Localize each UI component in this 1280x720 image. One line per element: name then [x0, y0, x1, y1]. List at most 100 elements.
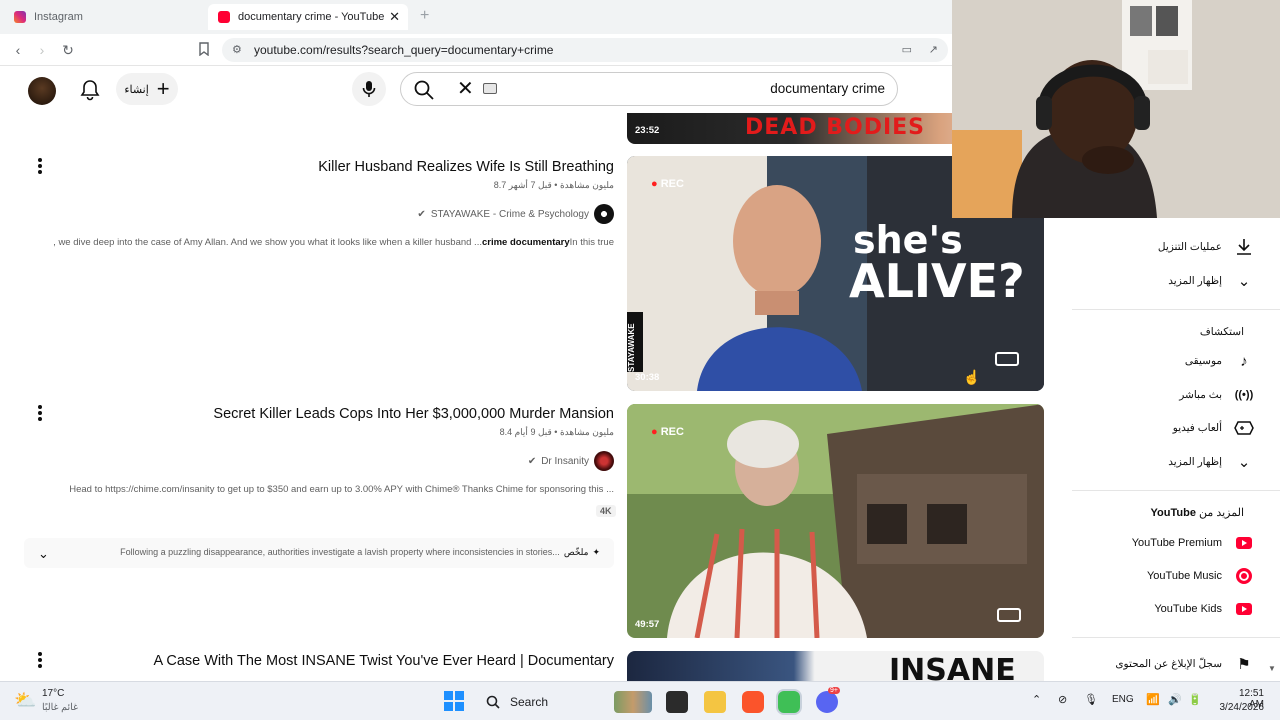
- browser-tab-bar: Instagram documentary crime - YouTube ✕ …: [0, 0, 952, 34]
- taskbar-search[interactable]: Search: [476, 688, 604, 716]
- notifications-icon[interactable]: [80, 79, 100, 101]
- url-text: youtube.com/results?search_query=documen…: [254, 43, 554, 57]
- app-icon[interactable]: [778, 691, 800, 713]
- brave-browser-icon[interactable]: [742, 691, 764, 713]
- channel-avatar[interactable]: [594, 451, 614, 471]
- microphone-icon: [362, 81, 376, 97]
- network-status-icon[interactable]: ⊘: [1058, 693, 1067, 706]
- search-icon: [486, 695, 500, 709]
- section-heading-prefix: المزيد من: [1199, 507, 1244, 519]
- url-bar[interactable]: ⚙ youtube.com/results?search_query=docum…: [222, 38, 948, 62]
- more-options-icon[interactable]: [36, 158, 44, 174]
- channel-avatar[interactable]: [594, 204, 614, 224]
- ai-summary[interactable]: ⌄ Following a puzzling disappearance, au…: [24, 538, 614, 568]
- video-title[interactable]: A Case With The Most INSANE Twist You've…: [153, 653, 614, 669]
- channel-name: Dr Insanity: [541, 455, 589, 467]
- windows-start-icon[interactable]: [444, 691, 464, 711]
- youtube-kids-icon: [1234, 599, 1254, 619]
- back-icon[interactable]: ‹: [10, 42, 26, 58]
- sidebar-item-label: إظهار المزيد: [1168, 456, 1222, 468]
- sidebar-item-live[interactable]: بث مباشر ((•)): [1179, 385, 1254, 405]
- sidebar-item-label: ألعاب فيديو: [1172, 422, 1222, 434]
- sidebar-item-show-more[interactable]: إظهار المزيد ⌄: [1168, 452, 1254, 472]
- discord-icon[interactable]: [816, 691, 838, 713]
- wifi-icon[interactable]: 📶: [1146, 693, 1160, 706]
- tab-instagram[interactable]: Instagram: [4, 4, 204, 30]
- channel-name: STAYAWAKE - Crime & Psychology: [430, 208, 589, 220]
- more-options-icon[interactable]: [36, 652, 44, 668]
- create-button[interactable]: إنشاء +: [116, 73, 178, 105]
- language-indicator[interactable]: ENG: [1112, 694, 1134, 705]
- rec-indicator: ● REC: [651, 426, 684, 438]
- sidebar-item-show-more[interactable]: إظهار المزيد ⌄: [1168, 271, 1254, 291]
- quality-badge: 4K: [596, 505, 616, 517]
- chevron-down-icon[interactable]: ⌄: [38, 546, 49, 562]
- forward-icon[interactable]: ›: [34, 42, 50, 58]
- search-label: Search: [510, 695, 549, 709]
- site-info-icon[interactable]: ⚙: [232, 43, 242, 56]
- weather-icon[interactable]: ⛅: [14, 690, 36, 711]
- sidebar: عمليات التنزيل إظهار المزيد ⌄ استكشاف مو…: [1072, 218, 1280, 680]
- sidebar-item-youtube-premium[interactable]: YouTube Premium: [1132, 533, 1254, 553]
- share-icon[interactable]: ↗: [929, 43, 938, 56]
- tab-youtube[interactable]: documentary crime - YouTube ✕: [208, 4, 408, 30]
- terminal-icon[interactable]: [666, 691, 688, 713]
- sidebar-item-label: إظهار المزيد: [1168, 275, 1222, 287]
- channel-link[interactable]: ✔ Dr Insanity: [528, 451, 614, 471]
- video-title[interactable]: Secret Killer Leads Cops Into Her $3,000…: [213, 406, 614, 422]
- more-options-icon[interactable]: [36, 405, 44, 421]
- summary-label: ملخّص: [563, 547, 589, 557]
- scroll-down-icon[interactable]: ▼: [1268, 664, 1276, 673]
- battery-icon[interactable]: 🔋: [1188, 693, 1202, 706]
- sidebar-item-music[interactable]: موسيقى ♪: [1185, 351, 1254, 371]
- new-tab-icon[interactable]: +: [420, 7, 429, 25]
- search-input[interactable]: documentary crime: [770, 81, 885, 96]
- sidebar-item-report-history[interactable]: سجلّ الإبلاغ عن المحتوى ⚑: [1115, 654, 1254, 674]
- video-title[interactable]: Killer Husband Realizes Wife Is Still Br…: [318, 159, 614, 175]
- sparkle-icon: ✦: [592, 547, 600, 557]
- reload-icon[interactable]: ↻: [60, 42, 76, 58]
- bookmark-icon[interactable]: [196, 42, 212, 58]
- keyboard-icon[interactable]: [483, 83, 497, 94]
- volume-icon[interactable]: 🔊: [1168, 693, 1182, 706]
- video-duration: 30:38: [635, 372, 660, 383]
- music-note-icon: ♪: [1240, 352, 1248, 370]
- file-explorer-icon[interactable]: [704, 691, 726, 713]
- windows-taskbar: ⛅ 17°C غائم غالبًا Search 9+ ⌃ ⊘ 🎙 ENG 📶…: [0, 681, 1280, 720]
- video-thumbnail[interactable]: INSANE: [627, 651, 1044, 681]
- tab-label: documentary crime - YouTube: [238, 11, 385, 23]
- channel-link[interactable]: ✔ STAYAWAKE - Crime & Psychology: [417, 204, 614, 224]
- search-box: ✕ documentary crime: [400, 72, 898, 106]
- microphone-icon[interactable]: 🎙: [1084, 693, 1098, 706]
- chevron-up-icon[interactable]: ⌃: [1032, 693, 1041, 706]
- sidebar-item-downloads[interactable]: عمليات التنزيل: [1158, 237, 1254, 257]
- sidebar-item-label: عمليات التنزيل: [1157, 241, 1222, 253]
- video-description: , we dive deep into the case of Amy Alla…: [53, 237, 614, 248]
- sidebar-item-gaming[interactable]: ألعاب فيديو: [1173, 418, 1254, 438]
- cast-icon[interactable]: ▭: [902, 43, 912, 56]
- description-text: , we dive deep into the case of Amy Alla…: [53, 237, 482, 248]
- search-highlight-icon[interactable]: [614, 691, 652, 713]
- voice-search-button[interactable]: [352, 72, 386, 106]
- video-description: Head to https://chime.com/insanity to ge…: [69, 484, 614, 495]
- sidebar-item-label: YouTube Kids: [1154, 603, 1222, 615]
- clear-search-icon[interactable]: ✕: [457, 79, 474, 99]
- avatar[interactable]: [28, 77, 56, 105]
- camera-icon: [997, 608, 1021, 622]
- weather-desc[interactable]: غائم غالبًا: [42, 702, 78, 713]
- summary-content: Following a puzzling disappearance, auth…: [120, 547, 600, 558]
- weather-temp[interactable]: 17°C: [42, 688, 64, 699]
- youtube-icon: [218, 11, 230, 23]
- clock-date[interactable]: 3/24/2026: [1214, 702, 1265, 713]
- video-meta: 8.4 مليون مشاهدة • قبل 9 أيام: [499, 427, 614, 437]
- video-duration: 49:57: [635, 619, 660, 630]
- sidebar-item-youtube-kids[interactable]: YouTube Kids: [1154, 599, 1254, 619]
- video-thumbnail[interactable]: ● REC 49:57: [627, 404, 1044, 638]
- close-tab-icon[interactable]: ✕: [389, 9, 400, 25]
- thumbnail-overlay-text: INSANE: [889, 653, 1016, 681]
- notification-badge: 9+: [828, 687, 840, 694]
- verified-icon: ✔: [417, 208, 426, 220]
- sidebar-item-label: سجلّ الإبلاغ عن المحتوى: [1115, 658, 1222, 670]
- sidebar-item-youtube-music[interactable]: YouTube Music: [1147, 566, 1254, 586]
- search-icon[interactable]: [413, 79, 435, 101]
